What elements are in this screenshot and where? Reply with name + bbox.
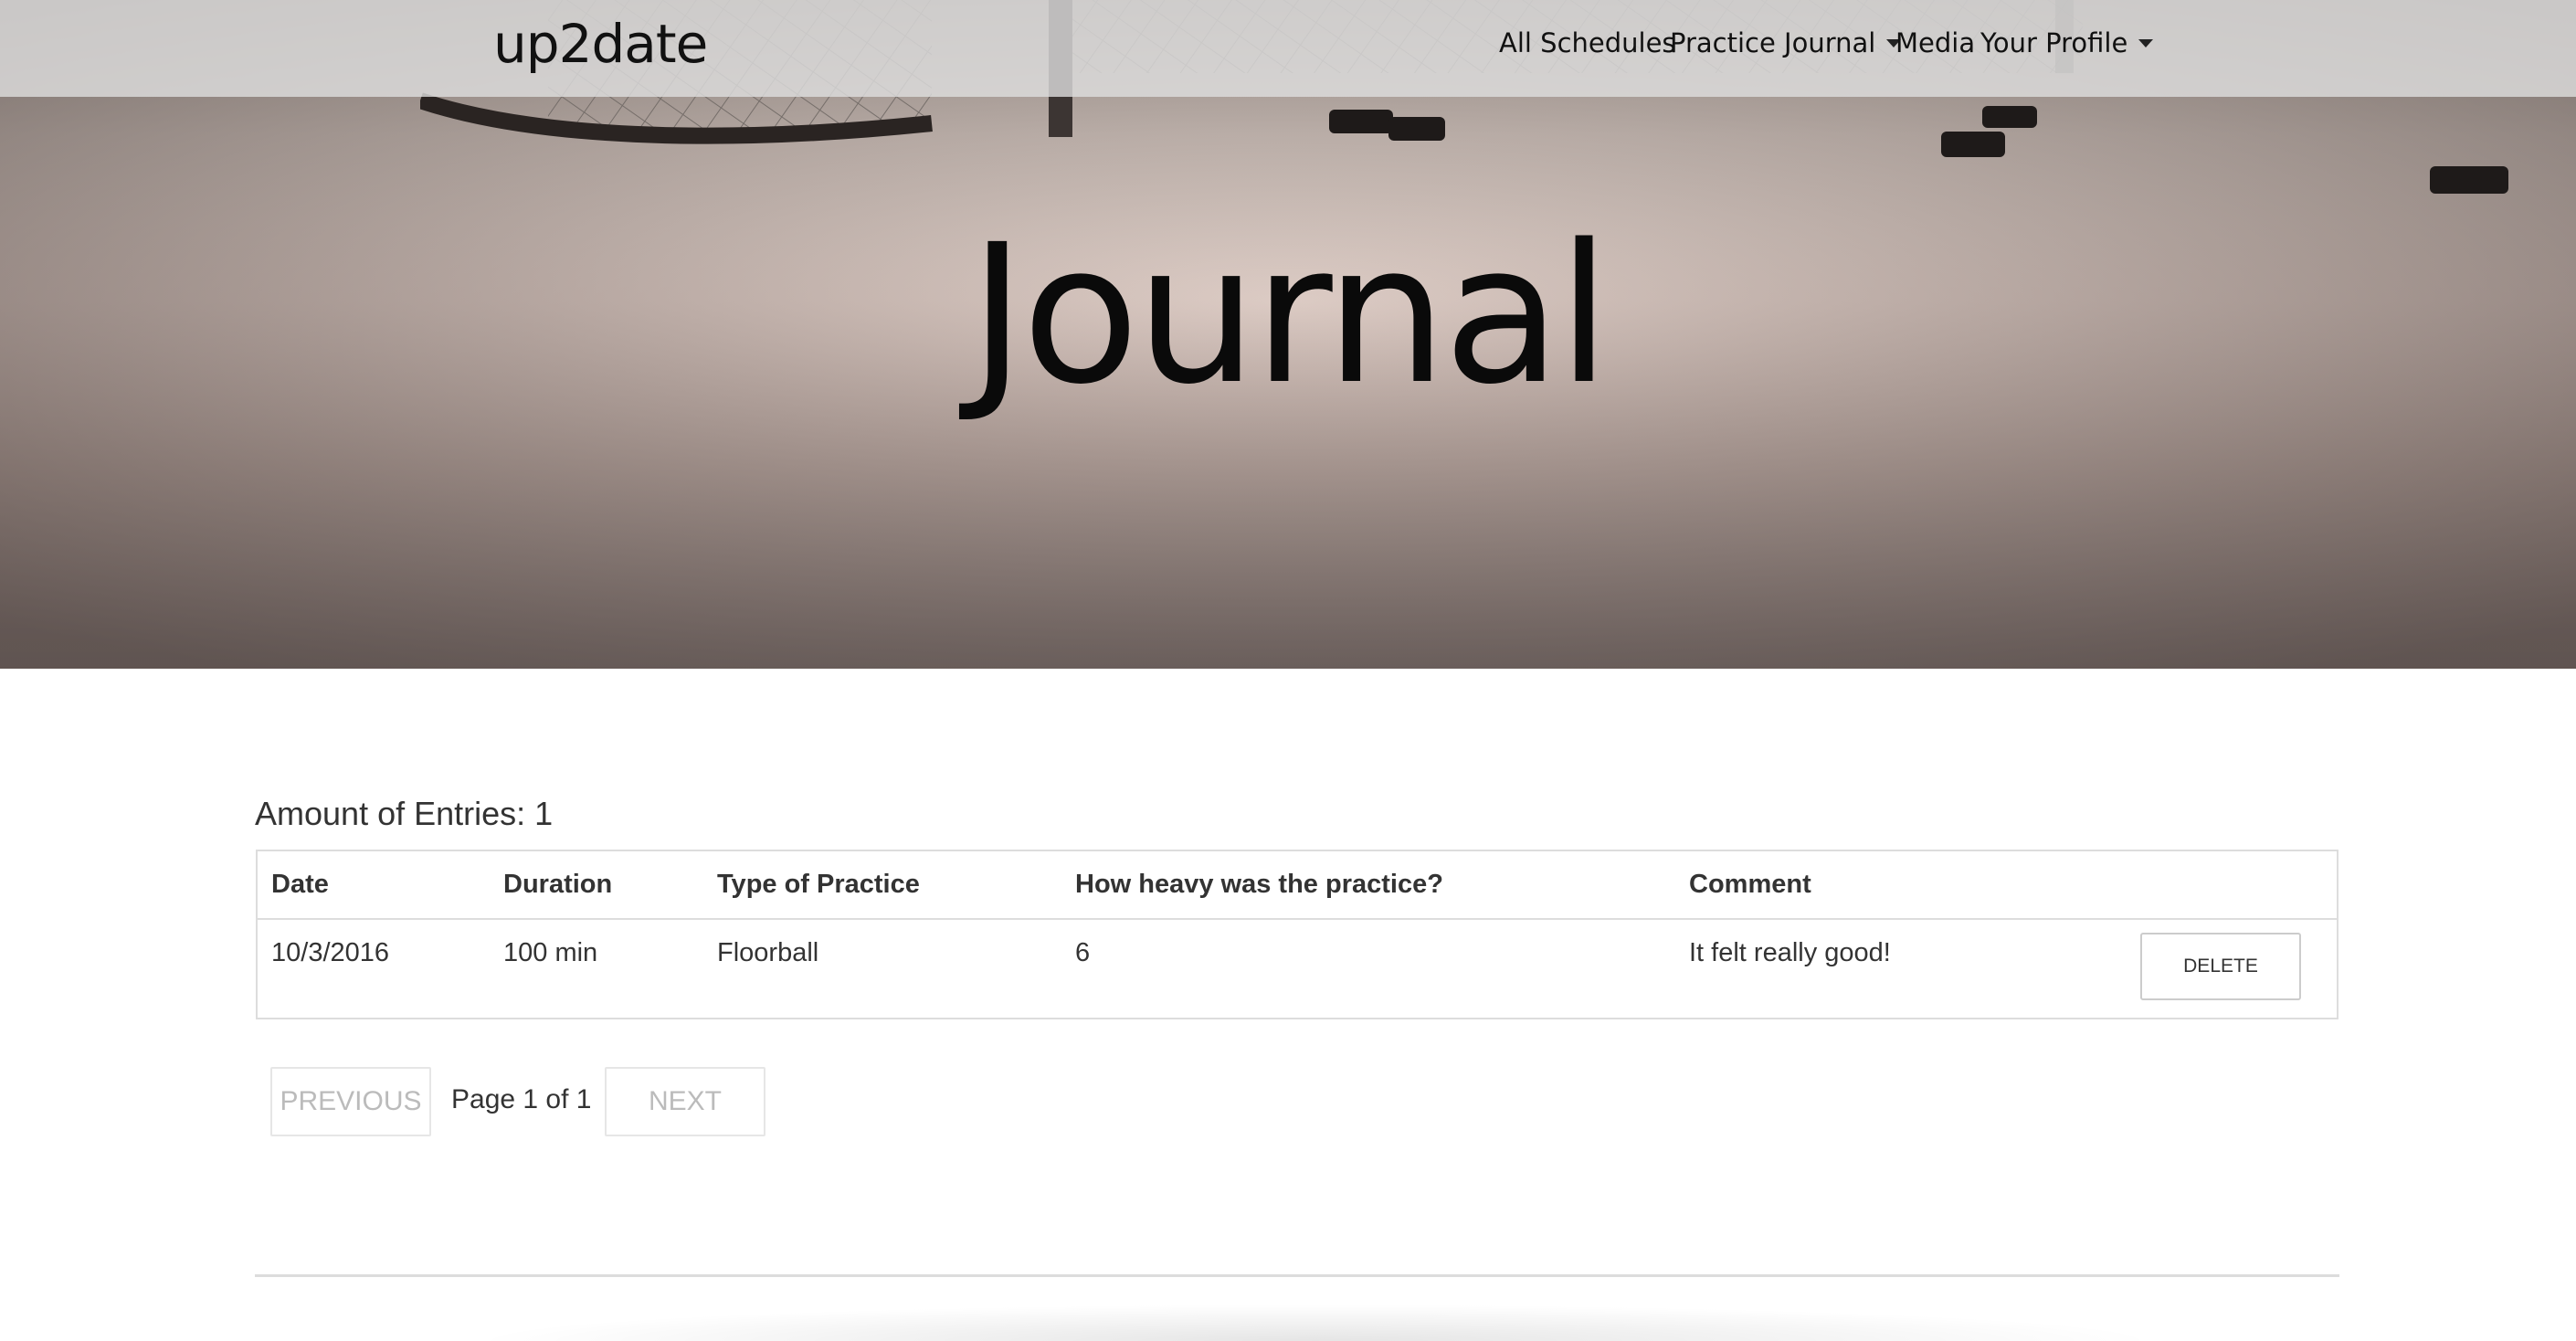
nav-all-schedules[interactable]: All Schedules	[1499, 27, 1676, 58]
hero-banner: Journal	[0, 0, 2576, 669]
nav-media[interactable]: Media	[1895, 27, 1975, 58]
next-page-button[interactable]: NEXT	[605, 1067, 765, 1136]
table-header-row: Date Duration Type of Practice How heavy…	[258, 851, 2337, 920]
nav-all-schedules-label: All Schedules	[1499, 27, 1676, 58]
footer-divider	[255, 1274, 2339, 1277]
footer-shadow	[475, 1304, 2156, 1341]
column-header-actions	[2127, 851, 2337, 920]
page-title: Journal	[968, 203, 1610, 427]
puck-image	[1982, 106, 2037, 128]
delete-entry-button[interactable]: DELETE	[2140, 933, 2301, 1000]
table-row: 10/3/2016 100 min Floorball 6 It felt re…	[258, 919, 2337, 1018]
cell-comment: It felt really good!	[1689, 938, 1891, 967]
column-header-comment: Comment	[1675, 851, 2127, 920]
nav-practice-journal-label: Practice Journal	[1670, 27, 1876, 58]
entries-count-heading: Amount of Entries: 1	[255, 795, 554, 832]
page-indicator: Page 1 of 1	[451, 1084, 592, 1114]
puck-image	[1941, 132, 2005, 157]
cell-heaviness: 6	[1075, 938, 1091, 967]
top-navbar: up2date All Schedules Practice Journal M…	[0, 0, 2576, 97]
puck-image	[1388, 117, 1445, 141]
column-header-type: Type of Practice	[703, 851, 1061, 920]
previous-page-button[interactable]: PREVIOUS	[270, 1067, 431, 1136]
cell-date: 10/3/2016	[271, 938, 390, 967]
column-header-heaviness: How heavy was the practice?	[1061, 851, 1675, 920]
nav-practice-journal[interactable]: Practice Journal	[1670, 27, 1902, 58]
puck-image	[2430, 166, 2508, 194]
puck-image	[1329, 110, 1393, 133]
cell-actions: DELETE	[2127, 919, 2337, 1018]
cell-type: Floorball	[717, 938, 819, 967]
column-header-duration: Duration	[490, 851, 703, 920]
cell-duration: 100 min	[503, 938, 598, 967]
brand-logo[interactable]: up2date	[493, 13, 708, 75]
caret-down-icon	[2138, 38, 2154, 48]
nav-your-profile-label: Your Profile	[1980, 27, 2128, 58]
journal-table: Date Duration Type of Practice How heavy…	[256, 850, 2338, 1019]
nav-media-label: Media	[1895, 27, 1976, 58]
column-header-date: Date	[258, 851, 490, 920]
nav-your-profile[interactable]: Your Profile	[1980, 27, 2154, 58]
